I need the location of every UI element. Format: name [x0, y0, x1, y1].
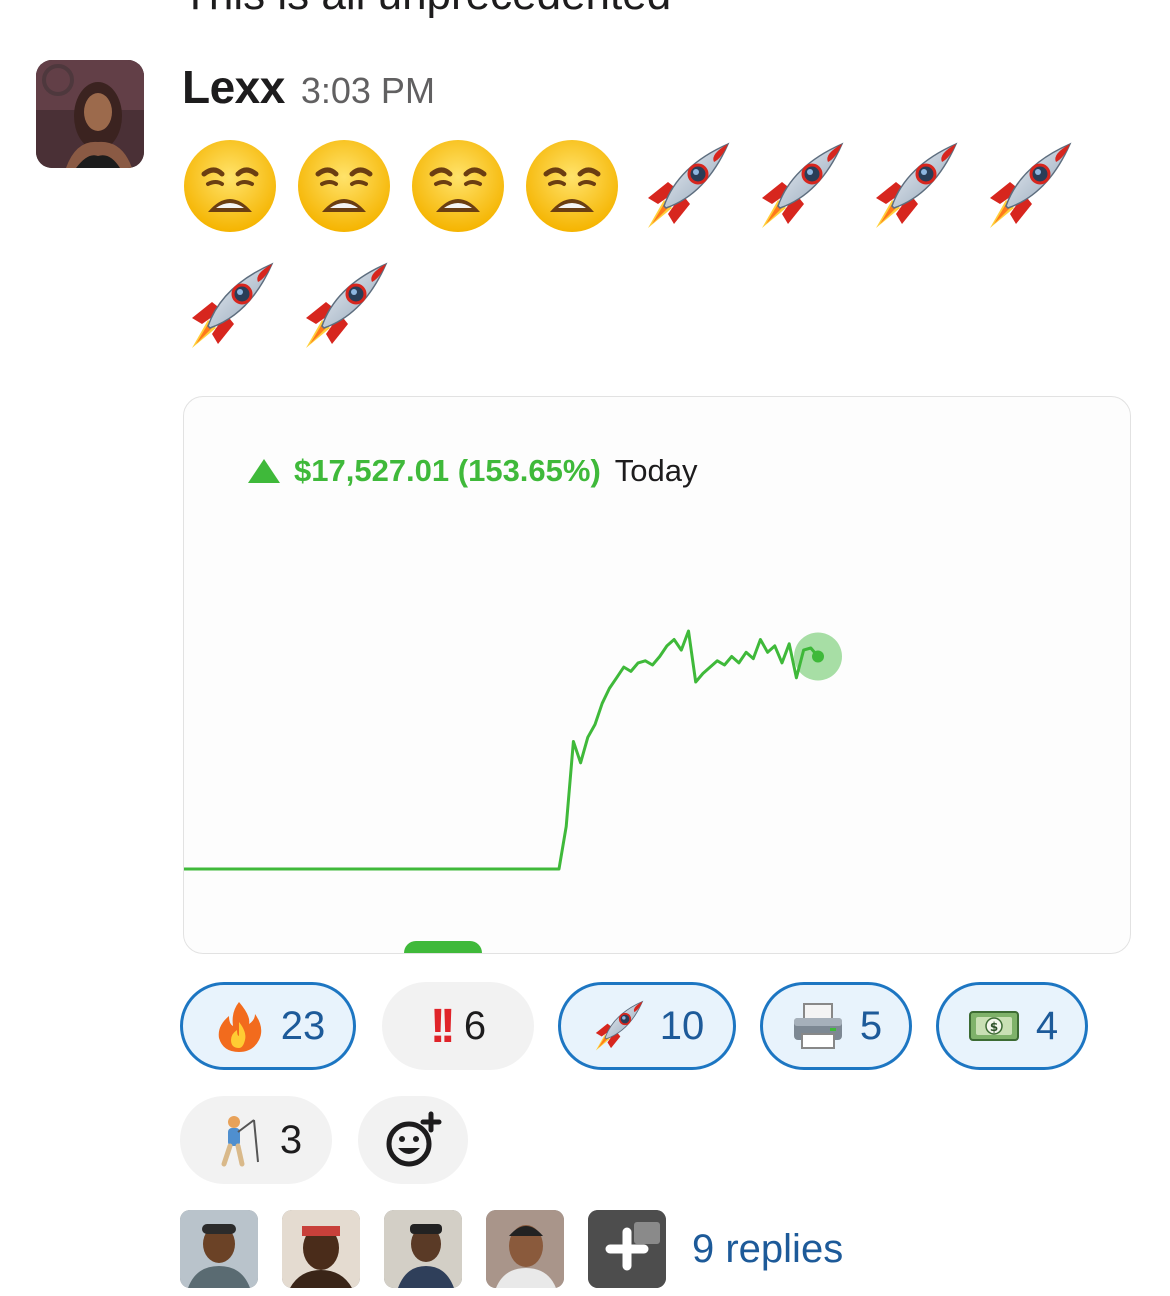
- image-attachment[interactable]: $17,527.01 (153.65%) Today: [183, 396, 1131, 954]
- reaction-dollar[interactable]: $ 4: [936, 982, 1088, 1070]
- weary-face-icon: [410, 138, 506, 234]
- user-avatar[interactable]: [36, 60, 144, 168]
- reaction-rocket[interactable]: 10: [558, 982, 736, 1070]
- reaction-double-exclamation[interactable]: !! 6: [382, 982, 534, 1070]
- rocket-icon: [182, 258, 278, 354]
- reaction-count: 10: [659, 1003, 705, 1048]
- weary-face-icon: [524, 138, 620, 234]
- rocket-icon: [866, 138, 962, 234]
- dollar-banknote-icon: $: [966, 998, 1022, 1054]
- reaction-count: 23: [280, 1003, 326, 1048]
- participant-avatar: [180, 1210, 258, 1288]
- reaction-golfer[interactable]: 3: [180, 1096, 332, 1184]
- replies-link[interactable]: 9 replies: [692, 1227, 843, 1272]
- message-emoji-row: [182, 138, 1076, 234]
- weary-face-icon: [296, 138, 392, 234]
- rocket-icon: [638, 138, 734, 234]
- weary-face-icon: [182, 138, 278, 234]
- reaction-count: 6: [463, 1003, 487, 1048]
- thread-replies[interactable]: 9 replies: [180, 1210, 843, 1288]
- more-participants-icon: [588, 1210, 666, 1288]
- participant-avatar: [384, 1210, 462, 1288]
- rocket-icon: [980, 138, 1076, 234]
- double-exclamation-icon: !!: [429, 999, 456, 1053]
- message-timestamp[interactable]: 3:03 PM: [301, 70, 435, 112]
- portfolio-line-chart: [184, 629, 842, 871]
- rocket-icon: [590, 998, 646, 1054]
- reaction-count: 3: [279, 1117, 303, 1162]
- add-reaction-button[interactable]: [358, 1096, 468, 1184]
- add-reaction-icon: [386, 1111, 442, 1167]
- fire-icon: [211, 998, 267, 1054]
- message-header: Lexx 3:03 PM: [182, 60, 435, 120]
- range-selector-tab: [404, 941, 482, 953]
- author-name[interactable]: Lexx: [182, 60, 285, 114]
- previous-message-text: This is all unprecedented: [182, 0, 671, 20]
- reaction-printer[interactable]: 5: [760, 982, 912, 1070]
- message-emoji-row: [182, 258, 392, 354]
- reaction-fire[interactable]: 23: [180, 982, 356, 1070]
- participant-avatar: [282, 1210, 360, 1288]
- reaction-count: 5: [859, 1003, 883, 1048]
- person-golfing-icon: [210, 1112, 266, 1168]
- participant-avatar: [486, 1210, 564, 1288]
- chart-current-point: [812, 650, 824, 663]
- chart-series-line: [184, 629, 820, 871]
- reaction-count: 4: [1035, 1003, 1059, 1048]
- rocket-icon: [296, 258, 392, 354]
- svg-text:$: $: [990, 1020, 998, 1034]
- printer-icon: [790, 998, 846, 1054]
- rocket-icon: [752, 138, 848, 234]
